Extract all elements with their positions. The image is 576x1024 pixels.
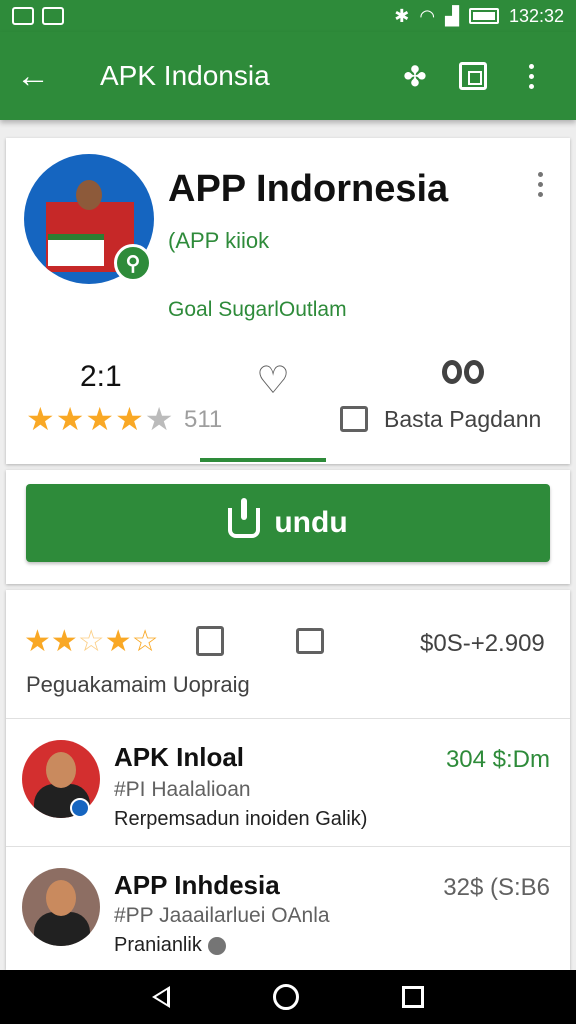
review-label: Peguakamaim Uopraig: [26, 672, 250, 697]
rating-stars: ★★★★★: [26, 400, 174, 438]
app-bar-title: APK Indonsia: [100, 60, 270, 91]
list-item-subtitle: #PP Jaaailarluei OAnla: [114, 904, 330, 927]
rating-count: 511: [184, 406, 223, 433]
card-menu-icon[interactable]: [538, 172, 543, 197]
battery-icon: [468, 8, 499, 24]
verified-badge-icon: ⚲: [114, 244, 152, 282]
nav-home-icon[interactable]: [272, 984, 299, 1010]
list-item-subtitle: #PI Haalalioan: [114, 778, 251, 801]
square-button[interactable]: [444, 62, 502, 90]
review-stars-full: ★★: [24, 625, 78, 658]
review-stars-empty: ☆: [77, 625, 105, 658]
app-info-card: ⚲ APP Indornesia (APP kiiok Goal SugarlO…: [6, 138, 570, 464]
app-bar: ← APK Indonsia ✤: [0, 32, 576, 120]
back-arrow-icon[interactable]: ←: [16, 57, 72, 96]
install-button[interactable]: undu: [26, 484, 550, 562]
square-icon: [459, 62, 487, 90]
navigation-bar: [0, 970, 576, 1024]
download-icon: [228, 498, 261, 538]
stars-filled: ★★★★: [26, 401, 145, 437]
app-name: APP Indornesia: [168, 168, 449, 210]
star-half: ★: [144, 401, 175, 437]
chat-icon[interactable]: [296, 628, 324, 654]
list-item-title[interactable]: APP Inhdesia: [114, 870, 280, 901]
install-label: undu: [274, 506, 348, 539]
divider: [6, 718, 570, 719]
nav-recents-icon[interactable]: [402, 986, 425, 1008]
signal-icon: ▟: [445, 5, 459, 26]
tab-indicator: [200, 458, 326, 462]
notification-icon: [12, 7, 34, 25]
developer-link[interactable]: Goal SugarlOutlam: [168, 298, 347, 322]
bluetooth-icon: ✱: [394, 5, 410, 26]
image-icon: [42, 7, 64, 25]
rating-value: 2:1: [80, 360, 122, 393]
category-label[interactable]: Basta Pagdann: [384, 406, 541, 433]
divider: [6, 846, 570, 847]
list-item-title[interactable]: APK Inloal: [114, 742, 244, 773]
app-subtitle: (APP kiiok: [168, 228, 270, 253]
comment-icon: [340, 406, 368, 432]
badge-icon: [70, 798, 90, 818]
puzzle-icon[interactable]: ✤: [386, 60, 444, 93]
status-time: 132:32: [508, 5, 564, 26]
list-item-description: Rerpemsadun inoiden Galik): [114, 808, 368, 830]
more-vert-icon[interactable]: [502, 63, 560, 89]
list-item-price: 304 $:Dm: [445, 746, 550, 773]
nav-back-icon[interactable]: [151, 986, 170, 1008]
list-item-price: 32$ (S:B6: [443, 874, 550, 901]
review-price: $0S-+2.909: [420, 630, 545, 657]
heart-icon[interactable]: ♡: [256, 358, 290, 403]
review-note-icon[interactable]: [196, 626, 224, 656]
review-stars: ★★☆★☆: [24, 624, 159, 659]
avatar[interactable]: [22, 868, 100, 946]
list-item-description: Pranianlik: [114, 934, 202, 956]
review-stars-rest: ★☆: [104, 625, 159, 658]
status-bar: ✱ ◠ ▟ 132:32: [0, 0, 576, 32]
install-card: undu: [6, 470, 570, 584]
list-item-description-row: Pranianlik: [114, 934, 226, 957]
wifi-icon: ◠: [419, 5, 436, 26]
binoculars-icon[interactable]: [442, 360, 484, 384]
reviews-card: ★★☆★☆ $0S-+2.909 Peguakamaim Uopraig APK…: [6, 590, 570, 970]
check-icon: [207, 936, 226, 955]
